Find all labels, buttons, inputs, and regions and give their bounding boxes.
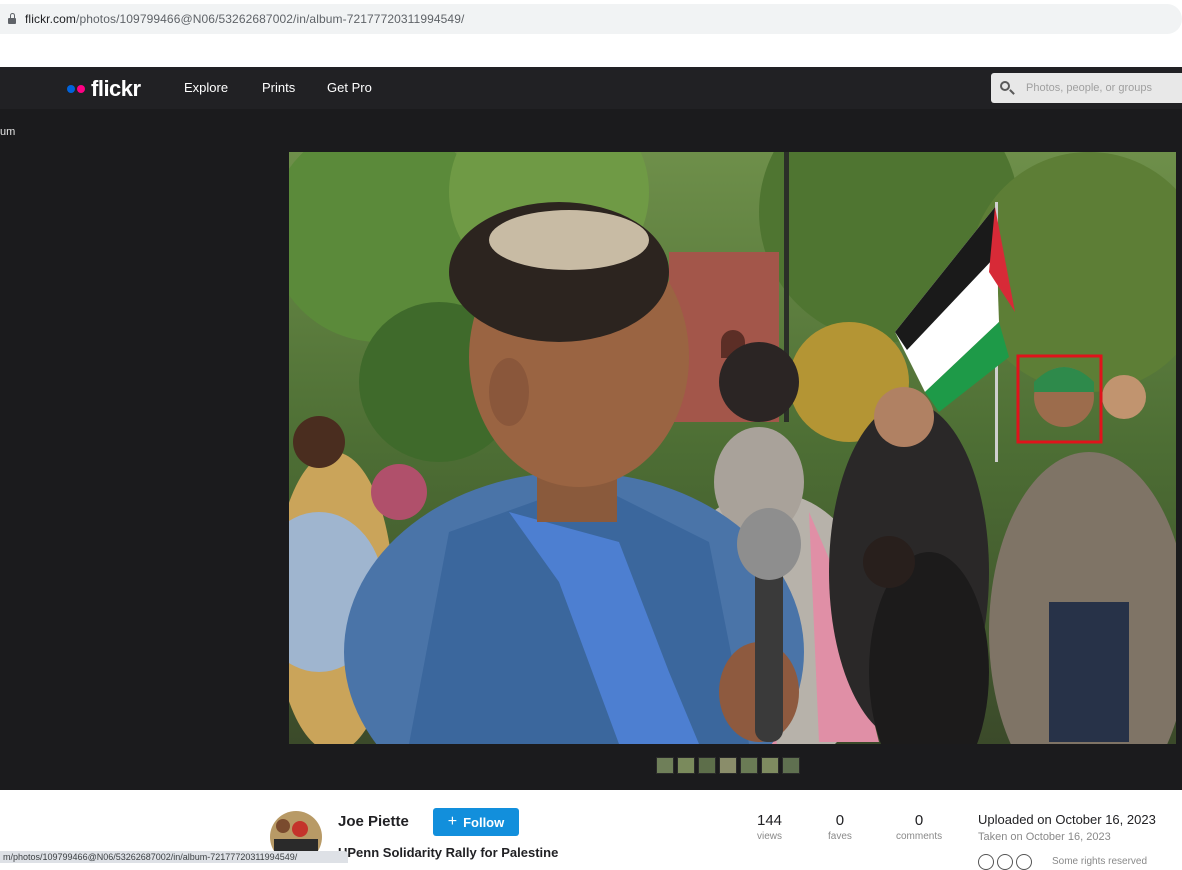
site-header: flickr Explore Prints Get Pro Photos, pe… — [0, 67, 1182, 109]
url-host: flickr.com — [25, 12, 77, 26]
nav-get-pro[interactable]: Get Pro — [327, 80, 372, 95]
comments-count: 0 — [914, 812, 924, 829]
url-path: /photos/109799466@N06/53262687002/in/alb… — [76, 12, 465, 26]
follow-label: Follow — [463, 814, 505, 830]
thumbnail[interactable] — [677, 757, 695, 774]
views-label: views — [757, 831, 783, 842]
logo-pink-dot-icon — [77, 85, 85, 93]
logo-text: flickr — [91, 76, 141, 101]
attribution-icon — [997, 854, 1013, 870]
main-photo[interactable] — [289, 152, 1176, 744]
cc-icon — [978, 854, 994, 870]
thumbnail[interactable] — [740, 757, 758, 774]
comments-stat: 0 comments — [896, 812, 942, 842]
lock-icon[interactable] — [8, 12, 17, 24]
license-icons[interactable] — [978, 854, 1032, 870]
nav-explore[interactable]: Explore — [184, 80, 228, 95]
plus-icon: + — [447, 813, 458, 830]
views-count: 144 — [757, 812, 783, 829]
nav-prints[interactable]: Prints — [262, 80, 295, 95]
logo-blue-dot-icon — [67, 85, 75, 93]
thumbnail[interactable] — [698, 757, 716, 774]
photo-viewer: um — [0, 109, 1182, 790]
thumbnail[interactable] — [719, 757, 737, 774]
comments-label: comments — [896, 831, 943, 842]
back-to-album-link[interactable]: um — [0, 126, 15, 138]
faves-label: faves — [828, 831, 852, 842]
flickr-logo[interactable]: flickr — [67, 76, 141, 102]
license-text[interactable]: Some rights reserved — [1052, 856, 1147, 867]
photo-title: UPenn Solidarity Rally for Palestine — [338, 845, 559, 860]
thumbnail-strip — [656, 757, 800, 774]
browser-url-bar: flickr.com/photos/109799466@N06/53262687… — [0, 0, 1182, 40]
thumbnail[interactable] — [656, 757, 674, 774]
views-stat: 144 views — [757, 812, 782, 842]
search-placeholder: Photos, people, or groups — [1026, 82, 1152, 94]
url-text[interactable]: flickr.com/photos/109799466@N06/53262687… — [25, 12, 464, 26]
photo-image — [289, 152, 1176, 744]
search-input[interactable]: Photos, people, or groups — [991, 73, 1182, 103]
author-name[interactable]: Joe Piette — [338, 813, 409, 830]
share-alike-icon — [1016, 854, 1032, 870]
faves-count: 0 — [835, 812, 845, 829]
faves-stat: 0 faves — [828, 812, 852, 842]
address-field[interactable]: flickr.com/photos/109799466@N06/53262687… — [0, 4, 1182, 34]
thumbnail[interactable] — [761, 757, 779, 774]
thumbnail[interactable] — [782, 757, 800, 774]
search-icon[interactable] — [999, 80, 1015, 96]
follow-button[interactable]: + Follow — [433, 808, 519, 836]
browser-status-bar: m/photos/109799466@N06/53262687002/in/al… — [0, 851, 348, 863]
upload-date: Uploaded on October 16, 2023 — [978, 812, 1156, 827]
taken-date: Taken on October 16, 2023 — [978, 831, 1111, 843]
